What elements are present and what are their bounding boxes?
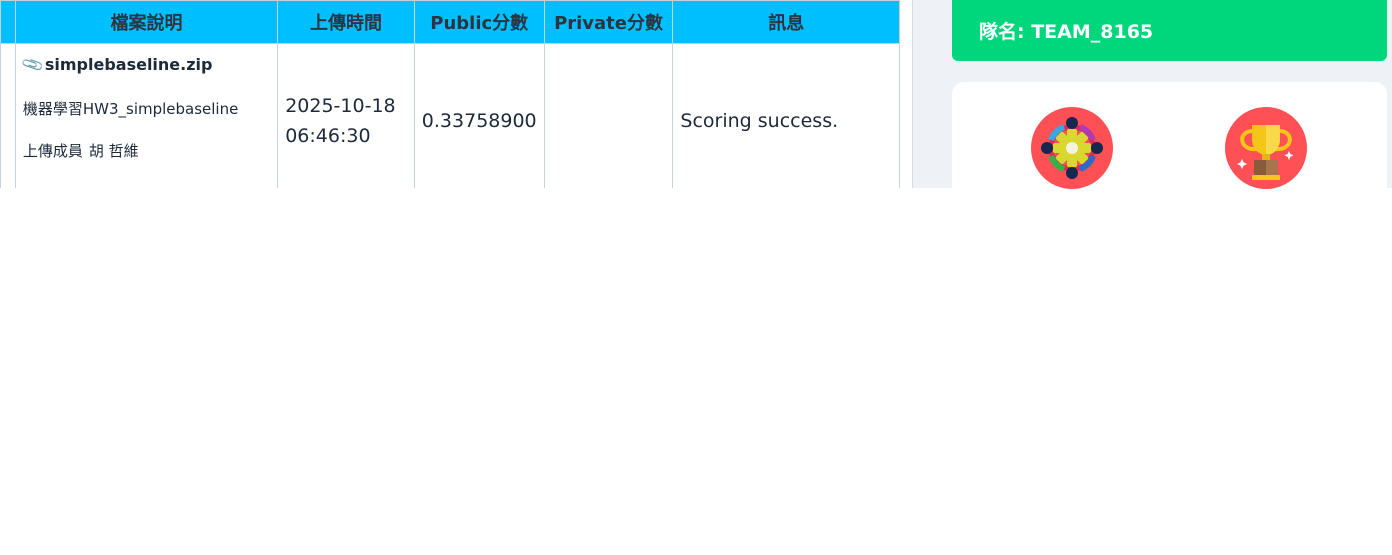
upload-time: 06:46:30 xyxy=(285,125,371,147)
team-gear-badge-icon xyxy=(1031,107,1113,189)
uploader-info: 上傳成員胡 哲維 xyxy=(23,140,270,161)
message-cell: Scoring success. xyxy=(672,43,900,188)
table-header-row: 檔案說明 上傳時間 Public分數 Private分數 訊息 xyxy=(0,0,900,44)
file-row[interactable]: 📎 simplebaseline.zip xyxy=(19,52,270,78)
public-score-cell: 0.33758900 xyxy=(413,43,545,188)
trophy-badge-icon xyxy=(1225,107,1307,189)
header-private-score: Private分數 xyxy=(543,0,674,44)
badges-card xyxy=(952,82,1387,189)
submissions-table-container: 檔案說明 上傳時間 Public分數 Private分數 訊息 📎 simple… xyxy=(0,0,900,188)
uploader-name: 胡 哲維 xyxy=(88,142,139,160)
header-message: 訊息 xyxy=(672,0,900,44)
uploader-label: 上傳成員 xyxy=(22,142,83,160)
upload-date: 2025-10-18 xyxy=(285,95,396,117)
table-row: 📎 simplebaseline.zip 機器學習HW3_simplebasel… xyxy=(0,43,900,188)
upload-time-cell: 2025-10-18 06:46:30 xyxy=(277,43,415,188)
file-description-cell: 📎 simplebaseline.zip 機器學習HW3_simplebasel… xyxy=(14,43,279,188)
paperclip-icon: 📎 xyxy=(19,52,46,78)
team-name-label: 隊名: TEAM_8165 xyxy=(979,21,1154,43)
header-index xyxy=(0,0,16,44)
row-index-cell xyxy=(0,43,16,188)
submissions-table: 檔案說明 上傳時間 Public分數 Private分數 訊息 📎 simple… xyxy=(0,0,900,188)
header-file-description: 檔案說明 xyxy=(14,0,279,44)
file-name-link[interactable]: simplebaseline.zip xyxy=(45,55,213,74)
file-description: 機器學習HW3_simplebaseline xyxy=(22,100,239,118)
header-upload-time: 上傳時間 xyxy=(277,0,415,44)
header-public-score: Public分數 xyxy=(413,0,545,44)
team-name-card: 隊名: TEAM_8165 xyxy=(952,0,1387,61)
private-score-cell xyxy=(543,43,674,188)
